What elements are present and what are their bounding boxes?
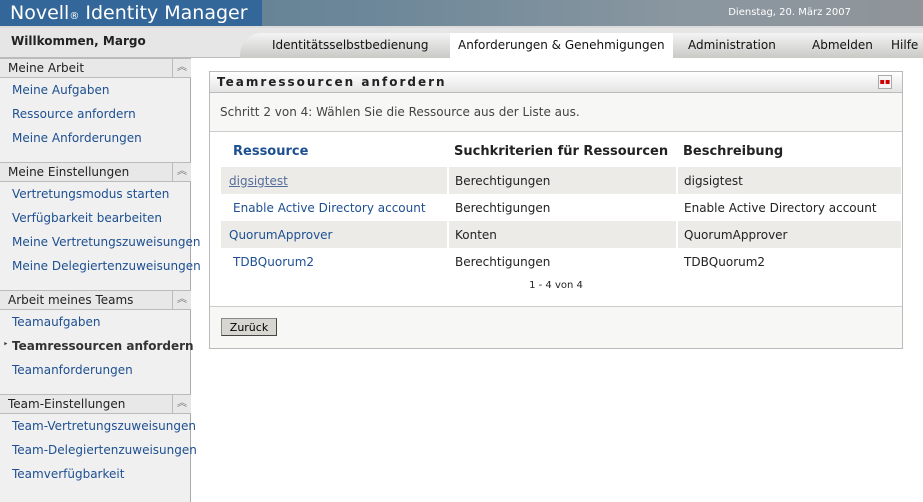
search-criteria-cell: Berechtigungen	[447, 194, 677, 221]
sidebar-item-start-proxy[interactable]: Vertretungsmodus starten	[12, 187, 169, 201]
resource-link[interactable]: TDBQuorum2	[233, 255, 314, 269]
resource-link[interactable]: Enable Active Directory account	[233, 201, 426, 215]
search-criteria-cell: Konten	[447, 221, 677, 248]
description-cell: QuorumApprover	[676, 221, 901, 248]
nav-tabs: Identitätsselbstbedienung Anforderungen …	[240, 33, 923, 58]
section-title: Meine Einstellungen	[8, 165, 130, 179]
sidebar-item-team-delegate-assignments[interactable]: Team-Delegiertenzuweisungen	[12, 443, 197, 457]
tab-logout[interactable]: Abmelden	[812, 38, 873, 52]
sidebar-section-team-work: Arbeit meines Teams ︽	[0, 290, 191, 310]
description-cell: digsigtest	[676, 167, 901, 194]
tab-requests-approvals[interactable]: Anforderungen & Genehmigungen	[450, 33, 673, 58]
tab-identity-self-service[interactable]: Identitätsselbstbedienung	[272, 38, 429, 52]
request-team-resources-panel: Teamressourcen anfordern ▪▪ Schritt 2 von…	[209, 71, 903, 349]
table-row: TDBQuorum2 Berechtigungen TDBQuorum2	[217, 248, 901, 275]
panel-header: Teamressourcen anfordern ▪▪	[210, 72, 902, 93]
panel-footer: Zurück	[210, 306, 902, 348]
sidebar-item-my-delegate-assignments[interactable]: Meine Delegiertenzuweisungen	[12, 259, 201, 273]
table-row: digsigtest Berechtigungen digsigtest	[213, 167, 901, 194]
collapse-icon[interactable]: ︽	[172, 291, 191, 309]
current-date: Dienstag, 20. März 2007	[728, 7, 851, 18]
collapse-icon[interactable]: ︽	[172, 163, 191, 181]
app-logo: Novell® Identity Manager	[0, 0, 262, 26]
product-name: Identity Manager	[85, 2, 248, 24]
search-criteria-cell: Berechtigungen	[447, 167, 677, 194]
description-cell: TDBQuorum2	[676, 248, 901, 275]
sidebar-section-team-settings: Team-Einstellungen ︽	[0, 394, 191, 414]
sidebar-section-my-work: Meine Arbeit ︽	[0, 58, 191, 78]
sidebar-section-my-settings: Meine Einstellungen ︽	[0, 162, 191, 182]
back-button[interactable]: Zurück	[221, 318, 277, 336]
collapse-icon[interactable]: ︽	[172, 59, 191, 77]
search-criteria-cell: Berechtigungen	[447, 248, 677, 275]
resource-link[interactable]: digsigtest	[229, 174, 288, 188]
step-instructions: Schritt 2 von 4: Wählen Sie die Ressourc…	[210, 93, 902, 132]
sidebar: Meine Arbeit ︽ Meine Aufgaben Ressource a…	[0, 58, 201, 502]
column-header-description: Beschreibung	[683, 143, 784, 159]
resource-cell: QuorumApprover	[213, 221, 448, 248]
description-cell: Enable Active Directory account	[676, 194, 901, 221]
sidebar-item-my-tasks[interactable]: Meine Aufgaben	[12, 83, 110, 97]
sidebar-item-edit-availability[interactable]: Verfügbarkeit bearbeiten	[12, 211, 162, 225]
column-header-resource[interactable]: Ressource	[217, 135, 448, 167]
resource-table: Ressource Suchkriterien für Ressourcen B…	[213, 135, 901, 275]
collapse-icon[interactable]: ︽	[172, 395, 191, 413]
sidebar-item-team-proxy-assignments[interactable]: Team-Vertretungszuweisungen	[12, 419, 196, 433]
section-title: Arbeit meines Teams	[8, 293, 134, 307]
resource-cell: digsigtest	[213, 167, 448, 194]
table-row: Enable Active Directory account Berechtig…	[217, 194, 901, 221]
table-row: QuorumApprover Konten QuorumApprover	[213, 221, 901, 248]
sidebar-item-my-requests[interactable]: Meine Anforderungen	[12, 131, 142, 145]
section-title: Meine Arbeit	[8, 61, 85, 75]
sidebar-item-team-tasks[interactable]: Teamaufgaben	[12, 315, 100, 329]
panel-title: Teamressourcen anfordern	[217, 75, 447, 89]
sidebar-item-my-proxy-assignments[interactable]: Meine Vertretungszuweisungen	[12, 235, 201, 249]
brand-mark: ®	[69, 11, 80, 22]
resource-cell: TDBQuorum2	[217, 248, 448, 275]
resource-link[interactable]: QuorumApprover	[229, 228, 333, 242]
sidebar-item-request-resource[interactable]: Ressource anfordern	[12, 107, 136, 121]
main-nav: Willkommen, Margo Identitätsselbstbedien…	[0, 28, 923, 58]
view-options-icon[interactable]: ▪▪	[878, 75, 892, 89]
resource-cell: Enable Active Directory account	[217, 194, 448, 221]
welcome-text: Willkommen, Margo	[11, 34, 146, 48]
tab-help[interactable]: Hilfe	[891, 38, 918, 52]
tab-administration[interactable]: Administration	[688, 38, 776, 52]
column-header-search-criteria: Suchkriterien für Ressourcen	[454, 143, 669, 159]
sidebar-item-team-request-resources[interactable]: Teamressourcen anfordern	[3, 339, 194, 353]
pagination-info: 1 - 4 von 4	[529, 280, 583, 291]
sidebar-item-team-availability[interactable]: Teamverfügbarkeit	[12, 467, 124, 481]
section-title: Team-Einstellungen	[8, 397, 126, 411]
sidebar-item-team-requests[interactable]: Teamanforderungen	[12, 363, 133, 377]
app-header: Novell® Identity Manager Dienstag, 20. M…	[0, 0, 923, 28]
brand-name: Novell	[10, 2, 70, 24]
